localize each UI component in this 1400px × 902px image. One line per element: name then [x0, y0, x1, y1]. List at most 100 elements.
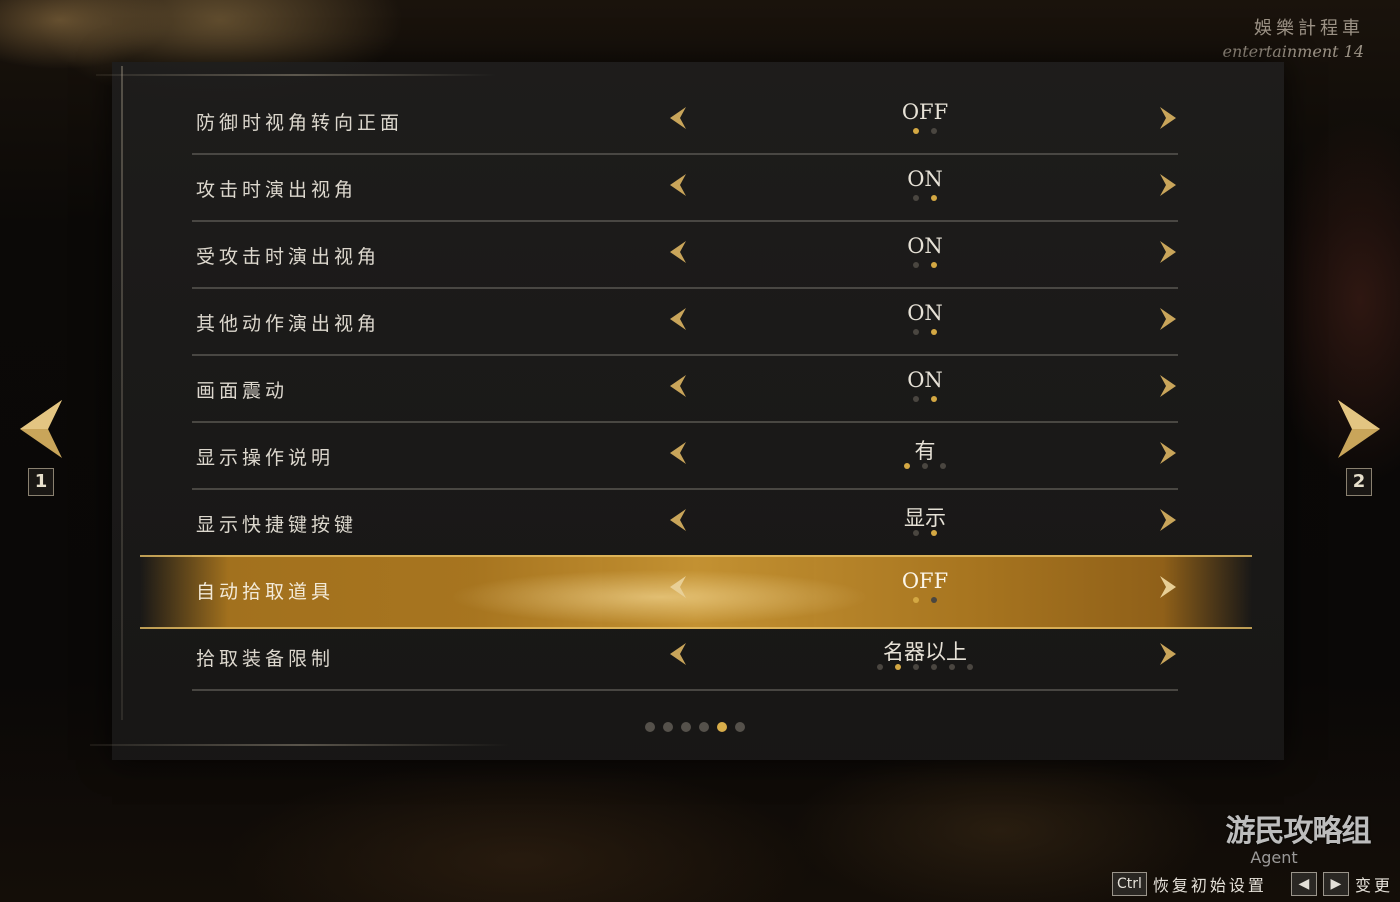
chevron-left-icon[interactable] — [666, 238, 690, 266]
option-dot — [913, 664, 919, 670]
option-dots — [825, 128, 1025, 134]
setting-row[interactable]: 画面震动 ON — [192, 356, 1178, 423]
option-dot — [913, 396, 919, 402]
option-dot — [931, 530, 937, 536]
chevron-right-icon[interactable] — [1156, 238, 1180, 266]
next-page-key: 2 — [1346, 468, 1372, 496]
option-dots — [825, 195, 1025, 201]
setting-label: 自动拾取道具 — [196, 581, 335, 603]
option-dot — [931, 597, 937, 603]
option-dot — [931, 128, 937, 134]
setting-label: 受攻击时演出视角 — [196, 246, 381, 268]
right-key[interactable]: ▶ — [1322, 872, 1349, 896]
option-dot — [949, 664, 955, 670]
option-dot — [913, 128, 919, 134]
chevron-left-icon[interactable] — [666, 171, 690, 199]
chevron-left-icon[interactable] — [666, 439, 690, 467]
watermark: 娛樂計程車 entertainment 14 — [1222, 14, 1364, 61]
page-indicator — [645, 722, 753, 732]
left-key[interactable]: ◀ — [1290, 872, 1317, 896]
watermark-en: entertainment 14 — [1222, 42, 1364, 61]
option-dot — [931, 664, 937, 670]
option-dots — [825, 329, 1025, 335]
setting-value: 显示 — [904, 506, 946, 530]
footer-hints: Ctrl 恢复初始设置 ◀ ▶ 变更 — [1112, 872, 1393, 898]
setting-value: 名器以上 — [883, 640, 967, 664]
panel-border-top — [96, 74, 496, 76]
setting-value: 有 — [914, 439, 936, 463]
chevron-right-icon[interactable] — [1156, 640, 1180, 668]
setting-row[interactable]: 拾取装备限制 名器以上 — [192, 624, 1178, 691]
prev-page-button[interactable]: 1 — [18, 398, 68, 498]
chevron-left-icon[interactable] — [666, 640, 690, 668]
chevron-right-icon[interactable] — [1156, 171, 1180, 199]
setting-row[interactable]: 其他动作演出视角 ON — [192, 289, 1178, 356]
setting-label: 画面震动 — [196, 380, 289, 402]
ctrl-key[interactable]: Ctrl — [1112, 872, 1147, 896]
chevron-left-icon[interactable] — [666, 372, 690, 400]
option-dot — [913, 329, 919, 335]
option-dot — [931, 329, 937, 335]
setting-label: 其他动作演出视角 — [196, 313, 381, 335]
chevron-left-icon — [20, 400, 62, 458]
option-dots — [825, 396, 1025, 402]
option-dot — [931, 262, 937, 268]
chevron-left-icon[interactable] — [666, 573, 690, 601]
page-dot — [717, 722, 727, 732]
setting-value: ON — [907, 368, 943, 392]
next-page-button[interactable]: 2 — [1336, 398, 1386, 498]
option-dot — [913, 262, 919, 268]
setting-value: OFF — [901, 100, 949, 124]
setting-value: OFF — [901, 569, 949, 593]
panel-border-bottom — [90, 744, 510, 746]
chevron-left-icon[interactable] — [666, 104, 690, 132]
change-label: 变更 — [1354, 876, 1393, 895]
setting-row[interactable]: 防御时视角转向正面 OFF — [192, 88, 1178, 155]
reset-defaults-label[interactable]: 恢复初始设置 — [1153, 872, 1267, 896]
option-dot — [922, 463, 928, 469]
setting-value: ON — [907, 234, 943, 258]
setting-row[interactable]: 自动拾取道具 OFF — [140, 555, 1252, 629]
page-dot — [699, 722, 709, 732]
option-dot — [967, 664, 973, 670]
agent-logo-subtitle: Agent — [1250, 848, 1298, 867]
setting-row[interactable]: 受攻击时演出视角 ON — [192, 222, 1178, 289]
option-dot — [931, 195, 937, 201]
page-dot — [735, 722, 745, 732]
option-dot — [877, 664, 883, 670]
chevron-left-icon[interactable] — [666, 305, 690, 333]
setting-value: ON — [907, 167, 943, 191]
chevron-right-icon — [1338, 400, 1380, 458]
option-dots — [825, 597, 1025, 603]
page-dot — [645, 722, 655, 732]
setting-label: 显示操作说明 — [196, 447, 335, 469]
option-dot — [913, 195, 919, 201]
chevron-right-icon[interactable] — [1156, 104, 1180, 132]
watermark-cn: 娛樂計程車 — [1254, 18, 1364, 39]
option-dots — [825, 530, 1025, 536]
chevron-right-icon[interactable] — [1156, 573, 1180, 601]
option-dot — [895, 664, 901, 670]
agent-logo-title: 游民攻略组 — [1225, 814, 1372, 849]
prev-page-key: 1 — [28, 468, 54, 496]
option-dot — [940, 463, 946, 469]
option-dot — [931, 396, 937, 402]
chevron-right-icon[interactable] — [1156, 305, 1180, 333]
option-dots — [825, 262, 1025, 268]
chevron-right-icon[interactable] — [1156, 372, 1180, 400]
chevron-right-icon[interactable] — [1156, 439, 1180, 467]
panel-border-left — [121, 66, 123, 720]
agent-logo: 游民攻略组 Agent — [1208, 806, 1388, 867]
page-dot — [681, 722, 691, 732]
setting-row[interactable]: 显示快捷键按键 显示 — [192, 490, 1178, 557]
row-divider — [192, 689, 1178, 691]
chevron-right-icon[interactable] — [1156, 506, 1180, 534]
chevron-left-icon[interactable] — [666, 506, 690, 534]
setting-row[interactable]: 攻击时演出视角 ON — [192, 155, 1178, 222]
setting-value: ON — [907, 301, 943, 325]
setting-row[interactable]: 显示操作说明 有 — [192, 423, 1178, 490]
setting-label: 拾取装备限制 — [196, 648, 335, 670]
setting-label: 防御时视角转向正面 — [196, 112, 404, 134]
option-dot — [913, 597, 919, 603]
setting-label: 显示快捷键按键 — [196, 514, 358, 536]
